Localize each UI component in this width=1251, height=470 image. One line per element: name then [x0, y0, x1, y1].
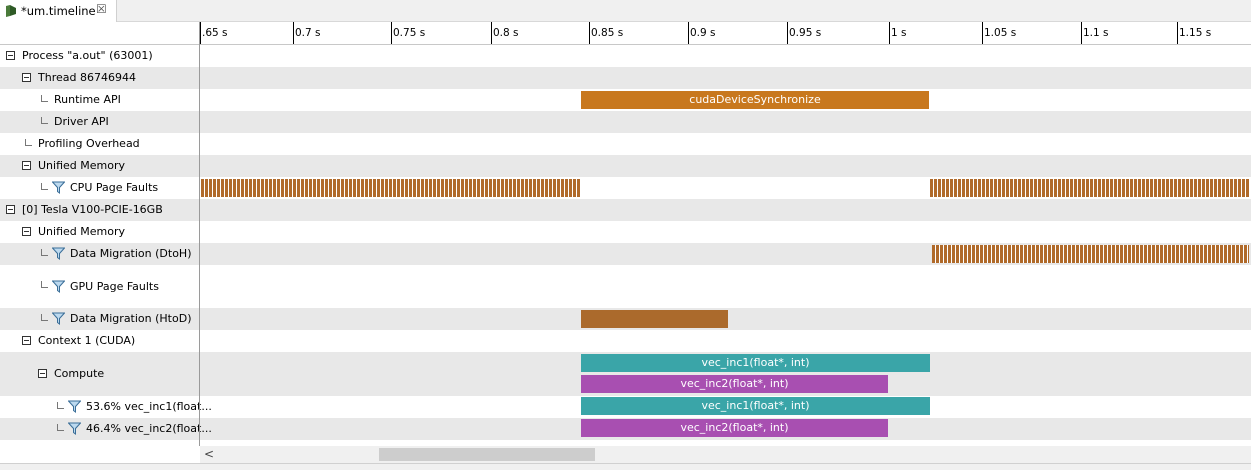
ruler-tick-label: 0.85 s	[591, 27, 624, 39]
collapse-icon[interactable]	[22, 227, 31, 236]
tree-connector	[41, 314, 48, 321]
tree-label: Compute	[54, 367, 105, 380]
tree-row-gpu-page-faults[interactable]: GPU Page Faults	[0, 265, 1251, 308]
window-bottom-border	[0, 463, 1251, 470]
bottom-left-spacer	[0, 446, 200, 463]
ruler-tick-label: 0.7 s	[295, 27, 321, 39]
tree-label: Data Migration (HtoD)	[70, 312, 192, 325]
tree-label: Data Migration (DtoH)	[70, 247, 192, 260]
ruler-tick	[1177, 22, 1178, 44]
tree-row-data-migration-dtoh[interactable]: Data Migration (DtoH)	[0, 243, 1251, 265]
tree-connector	[57, 424, 64, 431]
api-call-bar[interactable]: cudaDeviceSynchronize	[581, 91, 929, 109]
ruler-tick-label: 1.1 s	[1083, 27, 1109, 39]
tree-connector	[41, 183, 48, 190]
ruler-tick-label: 1.15 s	[1179, 27, 1212, 39]
ruler-tick	[1081, 22, 1082, 44]
tree-row-data-migration-htod[interactable]: Data Migration (HtoD)	[0, 308, 1251, 330]
cpu-page-fault-events[interactable]	[201, 179, 580, 197]
close-icon[interactable]: ☒	[96, 2, 107, 16]
htod-migration-bar[interactable]	[581, 310, 728, 328]
ruler-tick-label: 0.9 s	[690, 27, 716, 39]
ruler-tick	[293, 22, 294, 44]
ruler-tick	[787, 22, 788, 44]
horizontal-scrollbar[interactable]: <	[200, 446, 1251, 463]
kernel-bar-vec-inc1[interactable]: vec_inc1(float*, int)	[581, 354, 930, 372]
timeline-ruler[interactable]: .65 s 0.7 s 0.75 s 0.8 s 0.85 s 0.9 s 0.…	[200, 22, 1251, 45]
tree-label: Driver API	[54, 115, 109, 128]
tree-label: CPU Page Faults	[70, 181, 159, 194]
tree-row-context[interactable]: Context 1 (CUDA)	[0, 330, 1251, 352]
tree-row-gpu-unified-memory[interactable]: Unified Memory	[0, 221, 1251, 243]
kernel-bar-vec-inc2[interactable]: vec_inc2(float*, int)	[581, 375, 888, 393]
tree-row-kernel-vec-inc1[interactable]: 53.6% vec_inc1(float... vec_inc1(float*,…	[0, 396, 1251, 418]
tree-connector	[25, 139, 32, 146]
ruler-tick	[491, 22, 492, 44]
kernel-bar-vec-inc2[interactable]: vec_inc2(float*, int)	[581, 419, 888, 437]
tree-row-compute[interactable]: Compute vec_inc1(float*, int) vec_inc2(f…	[0, 352, 1251, 396]
tree-row-profiling-overhead[interactable]: Profiling Overhead	[0, 133, 1251, 155]
tree-label: Runtime API	[54, 93, 121, 106]
ruler-tick	[889, 22, 890, 44]
ruler-tick	[982, 22, 983, 44]
tree-label: Profiling Overhead	[38, 137, 140, 150]
tab-title: *um.timeline	[21, 4, 96, 18]
tree-row-unified-memory[interactable]: Unified Memory	[0, 155, 1251, 177]
collapse-icon[interactable]	[22, 73, 31, 82]
tree-label: Context 1 (CUDA)	[38, 334, 136, 347]
tree-row-thread[interactable]: Thread 86746944	[0, 67, 1251, 89]
tree-label: Process "a.out" (63001)	[22, 49, 153, 62]
tree-row-driver-api[interactable]: Driver API	[0, 111, 1251, 133]
ruler-tick	[200, 22, 201, 44]
tree-label: Unified Memory	[38, 159, 125, 172]
collapse-icon[interactable]	[6, 205, 15, 214]
cpu-page-fault-events[interactable]	[930, 179, 1249, 197]
tree-connector	[41, 249, 48, 256]
scrollbar-thumb[interactable]	[379, 448, 595, 461]
ruler-tick-label: 0.8 s	[493, 27, 519, 39]
tree-label: GPU Page Faults	[70, 280, 159, 293]
ruler-tick-label: .65 s	[202, 27, 228, 39]
collapse-icon[interactable]	[6, 51, 15, 60]
ruler-tick-label: 1 s	[891, 27, 907, 39]
ruler-corner	[0, 22, 200, 45]
dtoh-migration-events[interactable]	[932, 245, 1249, 263]
ruler-tick-label: 0.75 s	[393, 27, 426, 39]
ruler-tick	[391, 22, 392, 44]
tree-connector	[41, 95, 48, 102]
tree-label: [0] Tesla V100-PCIE-16GB	[22, 203, 163, 216]
tree-label: Thread 86746944	[38, 71, 136, 84]
tree-connector	[41, 281, 48, 288]
tree-label: 46.4% vec_inc2(float...	[86, 422, 212, 435]
tree-label: Unified Memory	[38, 225, 125, 238]
tree-row-runtime-api[interactable]: Runtime API cudaDeviceSynchronize	[0, 89, 1251, 111]
collapse-icon[interactable]	[38, 369, 47, 378]
tree-connector	[41, 117, 48, 124]
collapse-icon[interactable]	[22, 161, 31, 170]
tree-row-process[interactable]: Process "a.out" (63001)	[0, 45, 1251, 67]
ruler-tick	[589, 22, 590, 44]
tree-connector	[57, 402, 64, 409]
panel-divider[interactable]	[199, 22, 200, 447]
editor-tab-bar: *um.timeline ☒	[0, 0, 1251, 22]
tree-label: 53.6% vec_inc1(float...	[86, 400, 212, 413]
timeline-icon	[4, 4, 18, 18]
scroll-left-arrow-icon[interactable]: <	[204, 447, 214, 461]
kernel-bar-vec-inc1[interactable]: vec_inc1(float*, int)	[581, 397, 930, 415]
ruler-tick-label: 0.95 s	[789, 27, 822, 39]
tree-row-kernel-vec-inc2[interactable]: 46.4% vec_inc2(float... vec_inc2(float*,…	[0, 418, 1251, 440]
tree-row-cpu-page-faults[interactable]: CPU Page Faults	[0, 177, 1251, 199]
ruler-tick	[688, 22, 689, 44]
tab-um-timeline[interactable]: *um.timeline ☒	[0, 0, 117, 22]
ruler-tick-label: 1.05 s	[984, 27, 1017, 39]
tree-row-gpu-device[interactable]: [0] Tesla V100-PCIE-16GB	[0, 199, 1251, 221]
collapse-icon[interactable]	[22, 336, 31, 345]
